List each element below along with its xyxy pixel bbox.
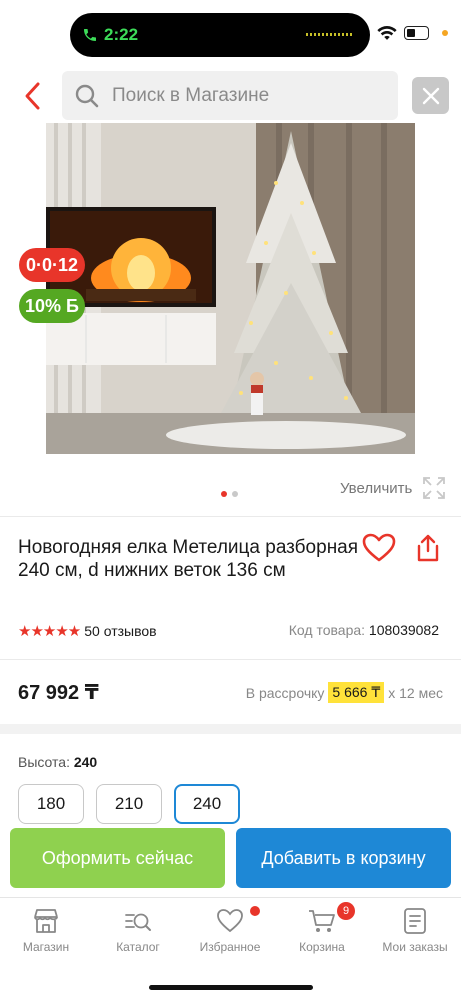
share-button[interactable] <box>414 533 442 563</box>
expand-icon <box>423 477 446 499</box>
privacy-indicator-dot <box>442 30 448 36</box>
reviews-link[interactable]: 50 отзывов <box>84 623 156 639</box>
product-price: 67 992 ₸ <box>18 682 99 704</box>
installment-suffix: х 12 мес <box>388 684 443 701</box>
bottom-tab-bar: Магазин Каталог Избранное Корзина 9 Мои … <box>0 897 461 999</box>
height-selected-value: 240 <box>73 754 98 770</box>
cart-count-badge: 9 <box>337 902 355 920</box>
add-to-cart-button[interactable]: Добавить в корзину <box>236 828 451 888</box>
favorite-button[interactable] <box>362 533 396 563</box>
tab-favorites[interactable]: Избранное <box>184 906 276 954</box>
divider <box>0 659 461 660</box>
home-indicator <box>149 985 313 990</box>
height-label-text: Высота: <box>18 754 70 770</box>
product-code-value: 108039082 <box>368 622 439 638</box>
product-title: Новогодняя елка Метелица разборная 240 с… <box>18 537 359 581</box>
tab-catalog[interactable]: Каталог <box>92 906 184 954</box>
rating-row[interactable]: ★★★★★ 50 отзывов <box>18 622 157 640</box>
installment-info[interactable]: В рассрочку 5 666 ₸ х 12 мес <box>246 682 443 703</box>
christmas-tree-photo <box>46 123 415 454</box>
tab-label: Магазин <box>22 940 70 954</box>
clock-time: 2:22 <box>104 25 139 44</box>
tab-label: Каталог <box>116 940 160 954</box>
rating-stars: ★★★★★ <box>18 623 81 640</box>
height-option-240[interactable]: 240 <box>174 784 240 824</box>
dynamic-island: 2:22 <box>70 13 370 57</box>
search-bar[interactable] <box>62 71 398 120</box>
bonus-badge: 10% Б <box>19 289 85 323</box>
search-input[interactable] <box>112 84 382 107</box>
orders-icon <box>404 908 426 934</box>
tab-store[interactable]: Магазин <box>0 906 92 954</box>
phone-call-icon <box>84 29 96 41</box>
page-dot <box>232 491 238 497</box>
catalog-search-icon <box>125 913 151 931</box>
favorites-notification-dot <box>250 906 260 916</box>
wifi-icon <box>377 26 397 40</box>
height-option-210[interactable]: 210 <box>96 784 162 824</box>
heart-icon <box>217 909 243 933</box>
tab-orders[interactable]: Мои заказы <box>369 906 461 954</box>
status-bar: 2:22 <box>0 0 461 66</box>
tab-label: Корзина <box>299 940 345 954</box>
height-option-180[interactable]: 180 <box>18 784 84 824</box>
cart-icon <box>309 910 335 932</box>
installment-prefix: В рассрочку <box>245 684 325 701</box>
zoom-label: Увеличить <box>340 479 413 497</box>
close-icon <box>422 87 439 104</box>
tab-label: Мои заказы <box>382 940 448 954</box>
close-button[interactable] <box>412 77 449 114</box>
divider <box>0 516 461 517</box>
height-label: Высота: 240 <box>18 754 97 770</box>
battery-icon <box>404 26 429 40</box>
buy-now-button[interactable]: Оформить сейчас <box>10 828 225 888</box>
installment-badge: 0·0·12 <box>19 248 85 282</box>
search-icon <box>75 84 99 107</box>
installment-amount: 5 666 ₸ <box>328 682 385 703</box>
call-activity-indicator <box>306 33 352 36</box>
tab-label: Избранное <box>199 940 261 954</box>
product-code-label: Код товара: <box>288 622 366 638</box>
product-image[interactable] <box>46 123 415 454</box>
product-code: Код товара: 108039082 <box>289 622 439 638</box>
section-divider <box>0 724 461 734</box>
store-icon <box>34 909 58 933</box>
product-page: 2:22 Поиск в Магазине 0·0·12 10% Б Увели… <box>0 0 461 999</box>
back-button[interactable] <box>18 80 48 112</box>
gallery-page-indicator <box>221 491 238 497</box>
page-dot-active <box>221 491 227 497</box>
zoom-button[interactable]: Увеличить <box>340 476 446 500</box>
